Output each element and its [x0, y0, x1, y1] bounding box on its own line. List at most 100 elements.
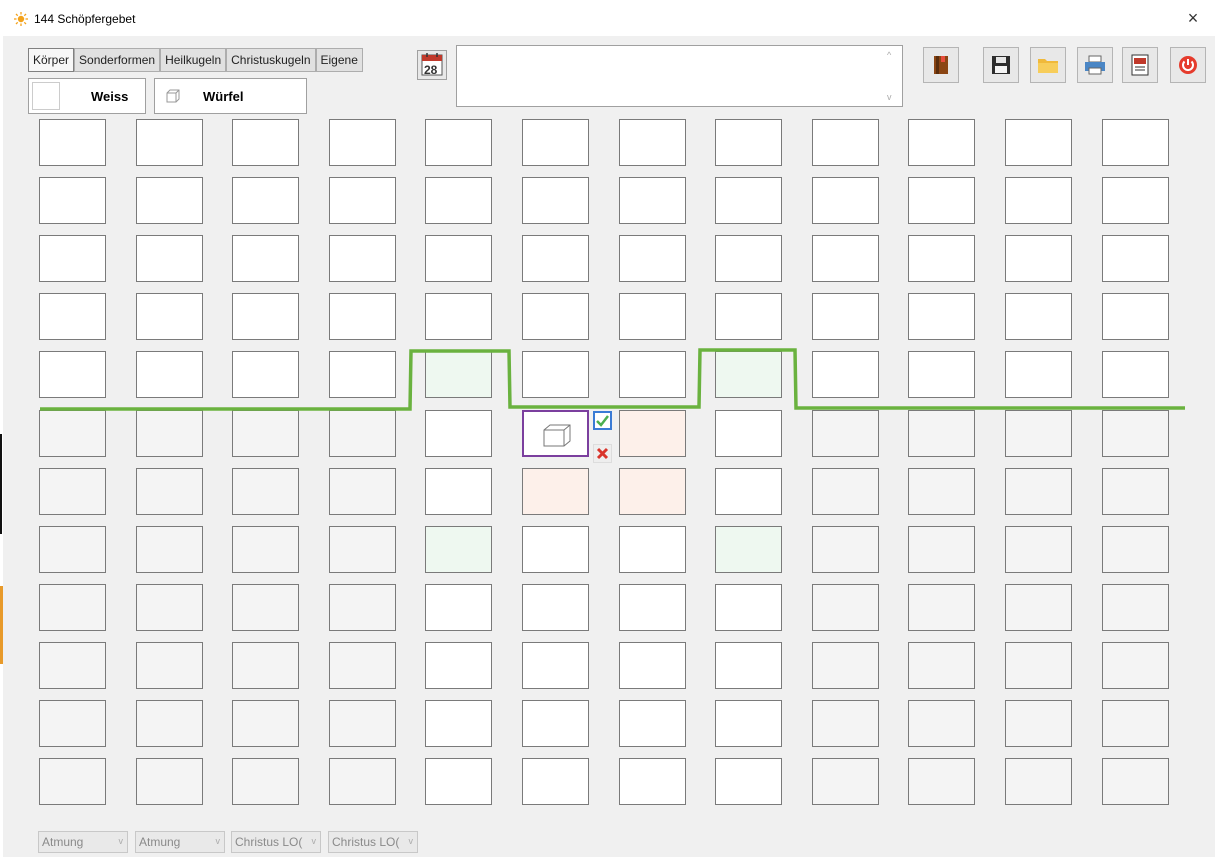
- grid-cell[interactable]: [522, 235, 589, 282]
- grid-cell[interactable]: [715, 351, 782, 398]
- grid-cell[interactable]: [136, 584, 203, 631]
- grid-cell[interactable]: [1005, 177, 1072, 224]
- grid-cell[interactable]: [619, 642, 686, 689]
- grid-cell[interactable]: [908, 526, 975, 573]
- grid-cell[interactable]: [812, 526, 879, 573]
- grid-cell[interactable]: [329, 758, 396, 805]
- grid-cell[interactable]: [715, 700, 782, 747]
- dropdown-4[interactable]: Christus LO( v: [328, 831, 418, 853]
- grid-cell[interactable]: [908, 177, 975, 224]
- grid-cell[interactable]: [39, 235, 106, 282]
- scroll-down-arrow[interactable]: v: [887, 92, 892, 102]
- grid-cell[interactable]: [136, 119, 203, 166]
- grid-cell[interactable]: [425, 293, 492, 340]
- grid-cell[interactable]: [232, 410, 299, 457]
- grid-cell[interactable]: [136, 526, 203, 573]
- grid-cell[interactable]: [812, 177, 879, 224]
- tab-heilkugeln[interactable]: Heilkugeln: [160, 48, 227, 72]
- grid-cell-selected[interactable]: [522, 410, 589, 457]
- grid-cell[interactable]: [329, 700, 396, 747]
- grid-cell[interactable]: [425, 584, 492, 631]
- grid-cell[interactable]: [908, 410, 975, 457]
- tab-sonderformen[interactable]: Sonderformen: [74, 48, 161, 72]
- grid-cell[interactable]: [812, 642, 879, 689]
- grid-cell[interactable]: [39, 119, 106, 166]
- grid-cell[interactable]: [1005, 119, 1072, 166]
- grid-cell[interactable]: [908, 119, 975, 166]
- grid-cell[interactable]: [908, 293, 975, 340]
- grid-cell[interactable]: [715, 293, 782, 340]
- grid-cell[interactable]: [136, 177, 203, 224]
- grid-cell[interactable]: [1005, 293, 1072, 340]
- grid-cell[interactable]: [232, 584, 299, 631]
- grid-cell[interactable]: [619, 584, 686, 631]
- grid-cell[interactable]: [39, 410, 106, 457]
- calendar-button[interactable]: 28: [417, 50, 447, 80]
- grid-cell[interactable]: [1102, 235, 1169, 282]
- grid-cell[interactable]: [1102, 468, 1169, 515]
- grid-cell[interactable]: [1005, 758, 1072, 805]
- grid-cell[interactable]: [425, 351, 492, 398]
- grid-cell[interactable]: [522, 700, 589, 747]
- open-button[interactable]: [1030, 47, 1066, 83]
- grid-cell[interactable]: [1102, 119, 1169, 166]
- grid-cell[interactable]: [522, 584, 589, 631]
- grid-cell[interactable]: [522, 642, 589, 689]
- grid-cell[interactable]: [619, 700, 686, 747]
- grid-cell[interactable]: [715, 468, 782, 515]
- grid-cell[interactable]: [522, 468, 589, 515]
- grid-cell[interactable]: [812, 235, 879, 282]
- grid-cell[interactable]: [522, 758, 589, 805]
- grid-cell[interactable]: [1102, 526, 1169, 573]
- grid-cell[interactable]: [425, 642, 492, 689]
- shape-selector[interactable]: Würfel: [154, 78, 307, 114]
- grid-cell[interactable]: [329, 526, 396, 573]
- grid-cell[interactable]: [425, 235, 492, 282]
- notes-textarea[interactable]: [456, 45, 903, 107]
- grid-cell[interactable]: [812, 119, 879, 166]
- grid-cell[interactable]: [136, 293, 203, 340]
- grid-cell[interactable]: [1005, 700, 1072, 747]
- grid-cell[interactable]: [425, 758, 492, 805]
- grid-cell[interactable]: [522, 526, 589, 573]
- dropdown-2[interactable]: Atmung v: [135, 831, 225, 853]
- grid-cell[interactable]: [329, 584, 396, 631]
- grid-cell[interactable]: [232, 758, 299, 805]
- grid-cell[interactable]: [39, 351, 106, 398]
- grid-cell[interactable]: [908, 468, 975, 515]
- grid-cell[interactable]: [1005, 526, 1072, 573]
- grid-cell[interactable]: [232, 293, 299, 340]
- grid-cell[interactable]: [619, 235, 686, 282]
- grid-cell[interactable]: [39, 758, 106, 805]
- grid-cell[interactable]: [812, 468, 879, 515]
- grid-cell[interactable]: [1102, 177, 1169, 224]
- color-selector[interactable]: Weiss: [28, 78, 146, 114]
- scroll-up-arrow[interactable]: ^: [887, 50, 891, 60]
- grid-cell[interactable]: [1102, 584, 1169, 631]
- grid-cell[interactable]: [812, 584, 879, 631]
- grid-cell[interactable]: [715, 526, 782, 573]
- grid-cell[interactable]: [425, 526, 492, 573]
- grid-cell[interactable]: [329, 293, 396, 340]
- grid-cell[interactable]: [812, 293, 879, 340]
- grid-cell[interactable]: [425, 468, 492, 515]
- grid-cell[interactable]: [812, 410, 879, 457]
- save-button[interactable]: [983, 47, 1019, 83]
- grid-cell[interactable]: [232, 235, 299, 282]
- grid-cell[interactable]: [715, 642, 782, 689]
- grid-cell[interactable]: [619, 351, 686, 398]
- grid-cell[interactable]: [619, 758, 686, 805]
- grid-cell[interactable]: [39, 700, 106, 747]
- grid-cell[interactable]: [812, 351, 879, 398]
- grid-cell[interactable]: [908, 700, 975, 747]
- grid-cell[interactable]: [1005, 351, 1072, 398]
- grid-cell[interactable]: [619, 410, 686, 457]
- grid-cell[interactable]: [1102, 758, 1169, 805]
- grid-cell[interactable]: [522, 293, 589, 340]
- grid-cell[interactable]: [1102, 700, 1169, 747]
- grid-cell[interactable]: [715, 177, 782, 224]
- grid-cell[interactable]: [715, 119, 782, 166]
- confirm-button[interactable]: [593, 411, 612, 430]
- grid-cell[interactable]: [329, 177, 396, 224]
- grid-cell[interactable]: [619, 119, 686, 166]
